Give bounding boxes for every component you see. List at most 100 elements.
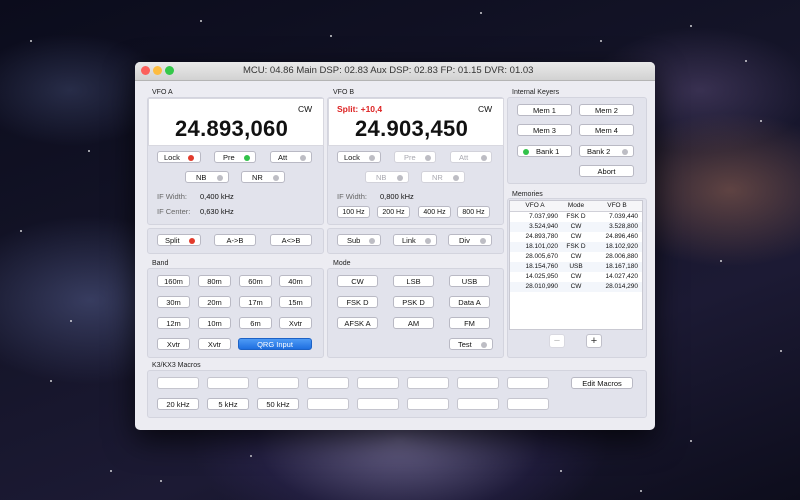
vfo-a-frequency[interactable]: 24.893,060	[175, 116, 288, 142]
table-row[interactable]: 7.037,990 FSK D 7.039,440	[510, 212, 642, 222]
vfo-b-att-button[interactable]: Att	[450, 151, 492, 163]
vfo-a-pre-button[interactable]: Pre	[214, 151, 256, 163]
table-row[interactable]: 28.010,990 CW 28.014,290	[510, 282, 642, 292]
band-6m-button[interactable]: 6m	[239, 317, 272, 329]
led-gray-icon	[425, 237, 431, 244]
mem-4-button[interactable]: Mem 4	[579, 124, 634, 136]
band-160m-button[interactable]: 160m	[157, 275, 190, 287]
vfo-b-nb-button[interactable]: NB	[365, 171, 409, 183]
led-gray-icon	[480, 237, 486, 244]
macro-slot[interactable]	[357, 377, 399, 389]
band-10m-button[interactable]: 10m	[198, 317, 231, 329]
band-12m-button[interactable]: 12m	[157, 317, 190, 329]
table-row[interactable]: 18.154,760 USB 18.167,180	[510, 262, 642, 272]
bank-1-button[interactable]: Bank 1	[517, 145, 572, 157]
macro-slot[interactable]	[407, 398, 449, 410]
table-row[interactable]: 3.524,940 CW 3.528,800	[510, 222, 642, 232]
mem-3-button[interactable]: Mem 3	[517, 124, 572, 136]
mode-cw-button[interactable]: CW	[337, 275, 378, 287]
table-row[interactable]: 14.025,950 CW 14.027,420	[510, 272, 642, 282]
band-xvtr-button[interactable]: Xvtr	[157, 338, 190, 350]
mem-2-button[interactable]: Mem 2	[579, 104, 634, 116]
macro-slot[interactable]	[457, 398, 499, 410]
table-row[interactable]: 24.893,780 CW 24.896,460	[510, 232, 642, 242]
split-button[interactable]: Split	[157, 234, 201, 246]
vfo-a-nb-button[interactable]: NB	[185, 171, 229, 183]
vfo-a-att-button[interactable]: Att	[270, 151, 312, 163]
table-row[interactable]: 28.005,670 CW 28.006,880	[510, 252, 642, 262]
memories-table[interactable]: VFO A Mode VFO B 7.037,990 FSK D 7.039,440…	[509, 200, 643, 330]
cell-vfo-a: 18.154,760	[525, 263, 558, 270]
cell-mode: USB	[569, 263, 583, 270]
mode-fsk-d-button[interactable]: FSK D	[337, 296, 378, 308]
link-button[interactable]: Link	[393, 234, 437, 246]
band-xvtr-button[interactable]: Xvtr	[198, 338, 231, 350]
filter-200hz-button[interactable]: 200 Hz	[377, 206, 410, 218]
table-row[interactable]: 18.101,020 FSK D 18.102,920	[510, 242, 642, 252]
vfo-b-frequency[interactable]: 24.903,450	[355, 116, 468, 142]
led-red-icon	[188, 154, 194, 161]
a-swap-b-button[interactable]: A<>B	[270, 234, 312, 246]
mode-usb-button[interactable]: USB	[449, 275, 490, 287]
band-15m-button[interactable]: 15m	[279, 296, 312, 308]
step-5khz-button[interactable]: 5 kHz	[207, 398, 249, 410]
macro-slot[interactable]	[457, 377, 499, 389]
band-40m-button[interactable]: 40m	[279, 275, 312, 287]
column-header-mode[interactable]: Mode	[560, 202, 592, 209]
mode-fm-button[interactable]: FM	[449, 317, 490, 329]
zoom-window-icon[interactable]	[165, 66, 174, 75]
star	[250, 455, 252, 457]
macro-slot[interactable]	[307, 398, 349, 410]
filter-100hz-button[interactable]: 100 Hz	[337, 206, 370, 218]
mode-psk-d-button[interactable]: PSK D	[393, 296, 434, 308]
vfo-a-lock-button[interactable]: Lock	[157, 151, 201, 163]
band-80m-button[interactable]: 80m	[198, 275, 231, 287]
macro-slot[interactable]	[307, 377, 349, 389]
led-gray-icon	[481, 341, 487, 348]
filter-400hz-button[interactable]: 400 Hz	[418, 206, 451, 218]
macro-slot[interactable]	[257, 377, 299, 389]
band-30m-button[interactable]: 30m	[157, 296, 190, 308]
vfo-b-nr-button[interactable]: NR	[421, 171, 465, 183]
add-memory-button[interactable]: +	[586, 334, 602, 348]
a-to-b-button[interactable]: A->B	[214, 234, 256, 246]
close-window-icon[interactable]	[141, 66, 150, 75]
column-header-vfo-b[interactable]: VFO B	[594, 202, 640, 209]
macro-slot[interactable]	[357, 398, 399, 410]
sub-button[interactable]: Sub	[337, 234, 381, 246]
vfo-b-lock-button[interactable]: Lock	[337, 151, 381, 163]
macro-slot[interactable]	[507, 398, 549, 410]
macro-slot[interactable]	[407, 377, 449, 389]
band-xvtr-button[interactable]: Xvtr	[279, 317, 312, 329]
mode-lsb-button[interactable]: LSB	[393, 275, 434, 287]
vfo-b-label: VFO B	[333, 89, 355, 96]
band-60m-button[interactable]: 60m	[239, 275, 272, 287]
vfo-b-pre-button[interactable]: Pre	[394, 151, 436, 163]
qrg-input-button[interactable]: QRG Input	[238, 338, 312, 350]
column-header-vfo-a[interactable]: VFO A	[512, 202, 558, 209]
mem-1-button[interactable]: Mem 1	[517, 104, 572, 116]
filter-800hz-button[interactable]: 800 Hz	[457, 206, 490, 218]
test-button[interactable]: Test	[449, 338, 493, 350]
div-button[interactable]: Div	[448, 234, 492, 246]
macro-slot[interactable]	[157, 377, 199, 389]
edit-macros-button[interactable]: Edit Macros	[571, 377, 633, 389]
vfo-b-nb-label: NB	[376, 173, 387, 182]
mode-data-a-button[interactable]: Data A	[449, 296, 490, 308]
mode-am-button[interactable]: AM	[393, 317, 434, 329]
band-17m-button[interactable]: 17m	[239, 296, 272, 308]
bank-2-button[interactable]: Bank 2	[579, 145, 634, 157]
macro-slot[interactable]	[507, 377, 549, 389]
step-50khz-button[interactable]: 50 kHz	[257, 398, 299, 410]
vfo-a-lock-label: Lock	[164, 153, 180, 162]
star	[720, 260, 722, 262]
minimize-window-icon[interactable]	[153, 66, 162, 75]
remove-memory-button[interactable]: −	[549, 334, 565, 348]
step-20khz-button[interactable]: 20 kHz	[157, 398, 199, 410]
macro-slot[interactable]	[207, 377, 249, 389]
mode-afsk-a-button[interactable]: AFSK A	[337, 317, 378, 329]
abort-button[interactable]: Abort	[579, 165, 634, 177]
vfo-a-nr-button[interactable]: NR	[241, 171, 285, 183]
split-label: Split	[165, 236, 180, 245]
band-20m-button[interactable]: 20m	[198, 296, 231, 308]
